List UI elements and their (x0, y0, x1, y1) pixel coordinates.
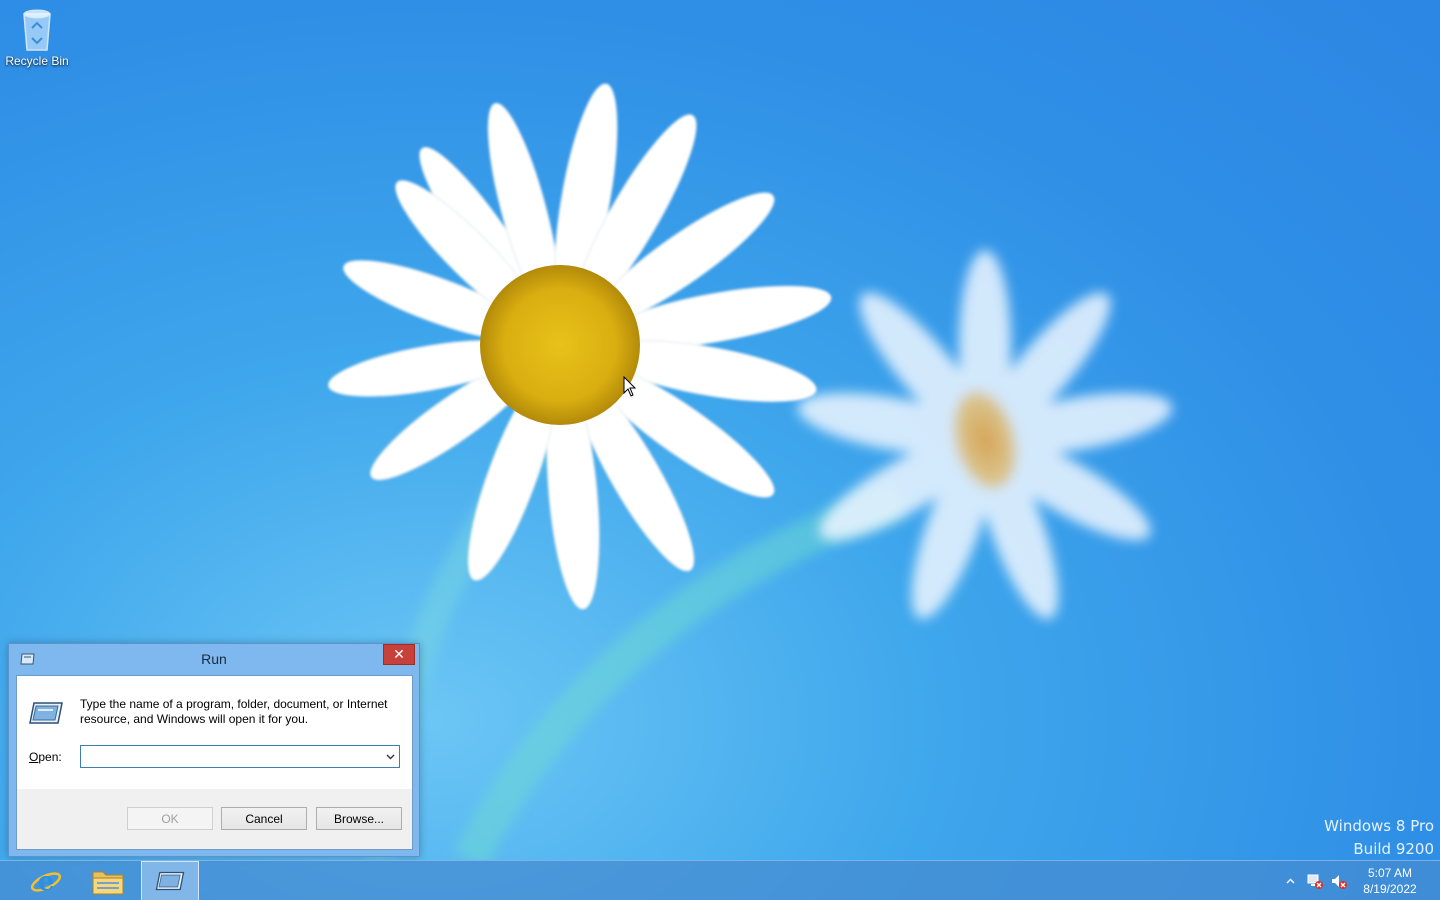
chevron-down-icon (386, 754, 394, 759)
file-explorer-icon (92, 871, 124, 895)
network-tray-button[interactable] (1304, 861, 1326, 900)
browse-button[interactable]: Browse... (316, 807, 402, 830)
run-dialog: Run ✕ Type the name of a program, folder… (8, 643, 420, 857)
internet-explorer-icon: e (30, 867, 62, 897)
volume-muted-icon (1332, 875, 1347, 889)
open-dropdown-button[interactable] (381, 746, 399, 767)
run-icon (29, 702, 63, 724)
run-dialog-titlebar[interactable]: Run ✕ (9, 644, 419, 674)
taskbar: e 5:07 AM 8/19/2022 (0, 860, 1440, 900)
taskbar-clock[interactable]: 5:07 AM 8/19/2022 (1352, 865, 1428, 897)
ok-button[interactable]: OK (127, 807, 213, 830)
taskbar-internet-explorer[interactable]: e (17, 861, 75, 900)
recycle-bin-icon (20, 6, 54, 52)
recycle-bin-shortcut[interactable]: Recycle Bin (4, 4, 70, 68)
network-error-icon (1307, 874, 1323, 889)
open-label: Open: (29, 750, 62, 764)
taskbar-run[interactable] (141, 861, 199, 900)
chevron-up-icon (1286, 878, 1294, 884)
taskbar-file-explorer[interactable] (79, 861, 137, 900)
open-input[interactable] (81, 746, 379, 767)
open-label-accelerator: O (29, 750, 39, 764)
watermark-edition: Windows 8 Pro (1324, 817, 1434, 835)
volume-tray-button[interactable] (1328, 861, 1350, 900)
run-icon (155, 871, 185, 891)
clock-time: 5:07 AM (1367, 866, 1413, 880)
close-button[interactable]: ✕ (383, 644, 415, 665)
svg-text:e: e (38, 867, 55, 897)
run-description: Type the name of a program, folder, docu… (80, 697, 388, 726)
open-combobox[interactable] (80, 745, 400, 768)
open-label-text: pen: (38, 750, 62, 764)
cancel-button[interactable]: Cancel (221, 807, 307, 830)
show-hidden-icons-button[interactable] (1282, 861, 1298, 900)
run-dialog-body: Type the name of a program, folder, docu… (16, 675, 413, 850)
close-icon: ✕ (393, 646, 405, 662)
run-dialog-title: Run (201, 651, 227, 667)
watermark-build: Build 9200 (1353, 840, 1434, 858)
recycle-bin-label: Recycle Bin (5, 54, 69, 68)
run-dialog-content: Type the name of a program, folder, docu… (17, 676, 412, 789)
windows-watermark: Windows 8 Pro Build 9200 (1324, 815, 1434, 861)
mouse-pointer-icon (623, 376, 637, 397)
clock-date: 8/19/2022 (1363, 882, 1417, 896)
